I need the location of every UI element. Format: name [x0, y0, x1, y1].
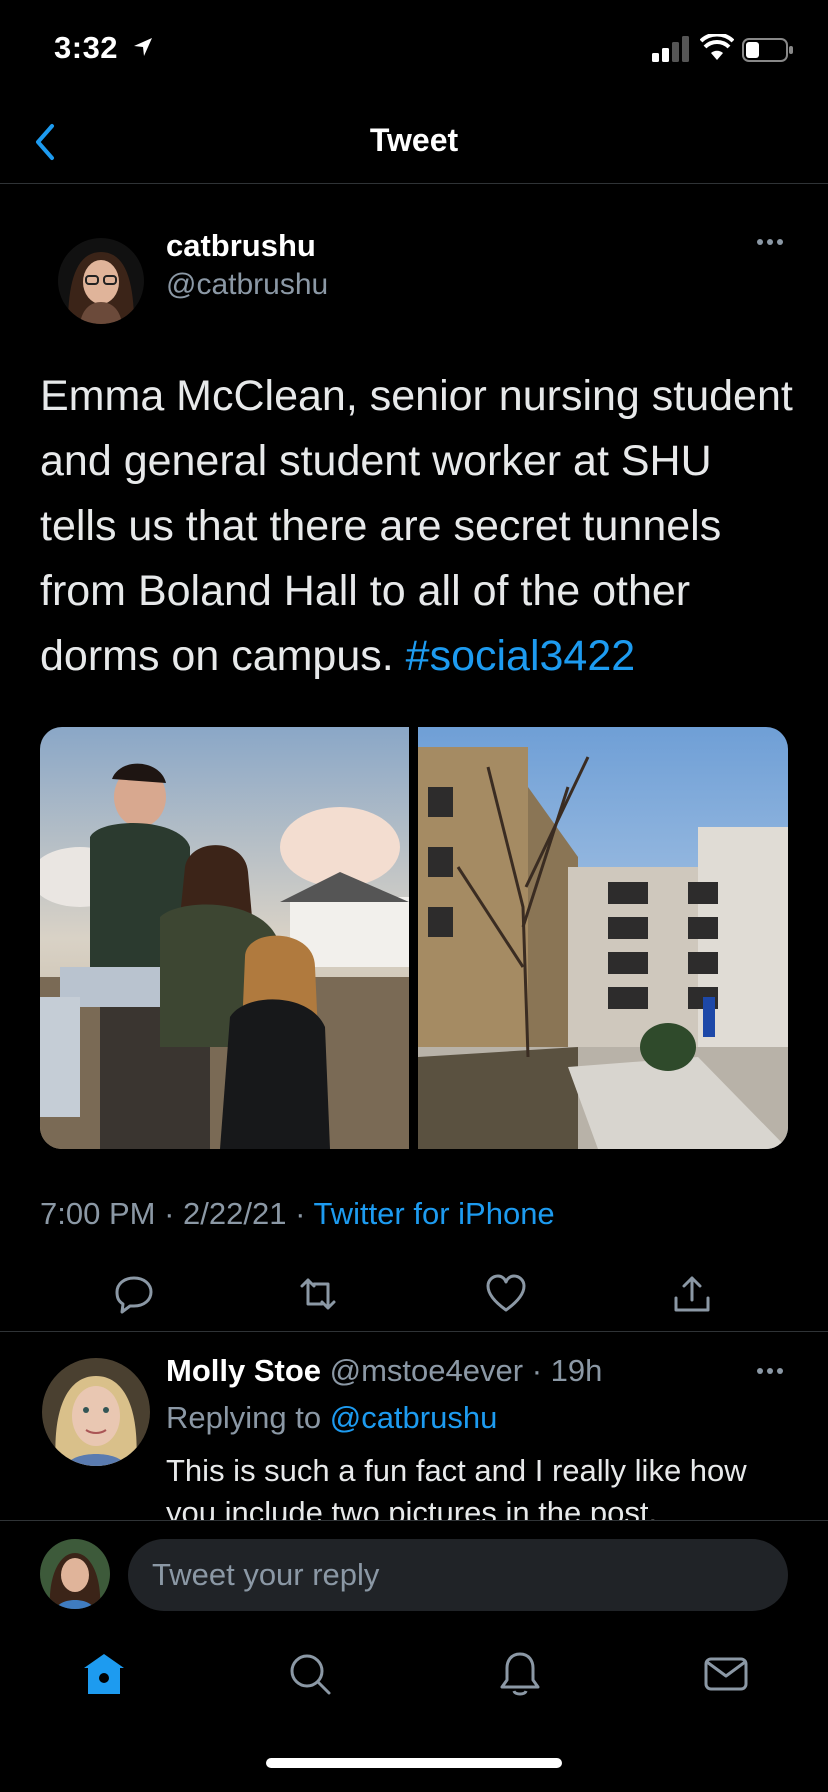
replying-to: Replying to @catbrushu [166, 1400, 497, 1436]
home-icon[interactable] [80, 1650, 128, 1698]
photo-dormitory-building[interactable] [418, 727, 788, 1149]
reply-icon[interactable] [112, 1272, 156, 1316]
tweet-media [40, 727, 788, 1149]
tweet-actions [0, 1262, 828, 1332]
reply-avatar[interactable] [42, 1358, 150, 1466]
current-user-avatar[interactable] [40, 1539, 110, 1609]
wifi-icon [700, 34, 734, 60]
nav-bar: Tweet [0, 100, 828, 184]
reply-composer [0, 1520, 828, 1620]
tweet-date: 2/22/21 [183, 1196, 287, 1231]
status-bar: 3:32 [0, 0, 828, 100]
tweet-time: 7:00 PM [40, 1196, 156, 1231]
home-indicator[interactable] [266, 1758, 562, 1768]
author-avatar[interactable] [58, 238, 144, 324]
author-name[interactable]: catbrushu [166, 228, 316, 264]
author-handle[interactable]: @catbrushu [166, 268, 328, 302]
replying-label: Replying to [166, 1400, 330, 1435]
signal-bars-icon [652, 36, 689, 62]
tweet-meta: 7:00 PM · 2/22/21 · Twitter for iPhone [40, 1196, 555, 1232]
reply-author-name[interactable]: Molly Stoe [166, 1353, 321, 1388]
share-icon[interactable] [670, 1272, 714, 1316]
retweet-icon[interactable] [296, 1272, 340, 1316]
messages-icon[interactable] [702, 1650, 750, 1698]
reply-more-options-icon[interactable] [754, 1355, 786, 1387]
battery-icon [742, 38, 793, 62]
reply-header: Molly Stoe @mstoe4ever · 19h [166, 1353, 603, 1388]
like-icon[interactable] [484, 1272, 528, 1316]
photo-people-outdoors[interactable] [40, 727, 409, 1149]
tweet-text: Emma McClean, senior nursing student and… [40, 364, 800, 689]
reply-text: This is such a fun fact and I really lik… [166, 1453, 747, 1520]
notifications-icon[interactable] [496, 1650, 544, 1698]
reply-author-handle[interactable]: @mstoe4ever [330, 1353, 523, 1388]
meta-separator: · [155, 1196, 184, 1231]
reply-age: 19h [550, 1353, 603, 1388]
page-title: Tweet [369, 122, 459, 158]
hashtag-link[interactable]: #social3422 [406, 632, 636, 680]
tweet-source-link[interactable]: Twitter for iPhone [313, 1196, 554, 1231]
reply-input[interactable] [128, 1539, 788, 1611]
search-icon[interactable] [286, 1650, 334, 1698]
more-options-icon[interactable] [754, 226, 786, 258]
replying-to-link[interactable]: @catbrushu [330, 1400, 498, 1435]
meta-separator: · [286, 1196, 314, 1231]
location-arrow-icon [134, 38, 152, 56]
status-time: 3:32 [54, 30, 119, 65]
